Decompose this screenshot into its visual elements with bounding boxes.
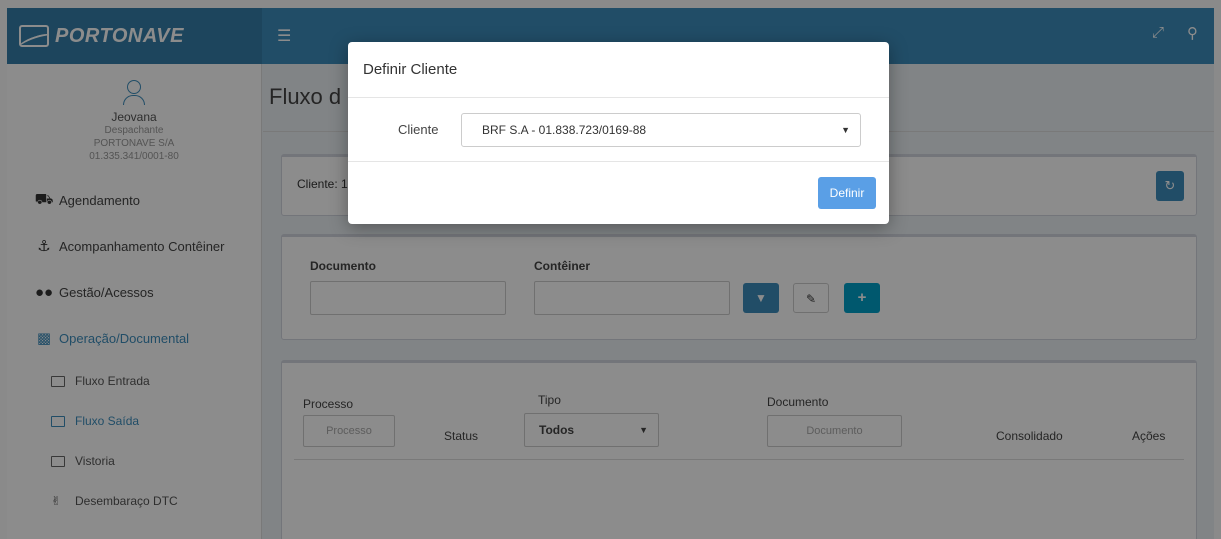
modal-body: Cliente BRF S.A - 01.838.723/0169-88 ▼ xyxy=(348,98,889,162)
modal-title: Definir Cliente xyxy=(348,42,889,98)
caret-down-icon: ▼ xyxy=(841,125,850,135)
client-select-value: BRF S.A - 01.838.723/0169-88 xyxy=(482,123,647,137)
define-client-modal: Definir Cliente Cliente BRF S.A - 01.838… xyxy=(348,42,889,224)
definir-button[interactable]: Definir xyxy=(818,177,876,209)
client-select[interactable]: BRF S.A - 01.838.723/0169-88 ▼ xyxy=(461,113,861,147)
modal-footer: Definir xyxy=(348,162,889,222)
app-window: PORTONAVE ☰ ⤢ ⚲ Jeovana Despachante PORT… xyxy=(7,8,1214,539)
client-field-label: Cliente xyxy=(398,122,439,137)
